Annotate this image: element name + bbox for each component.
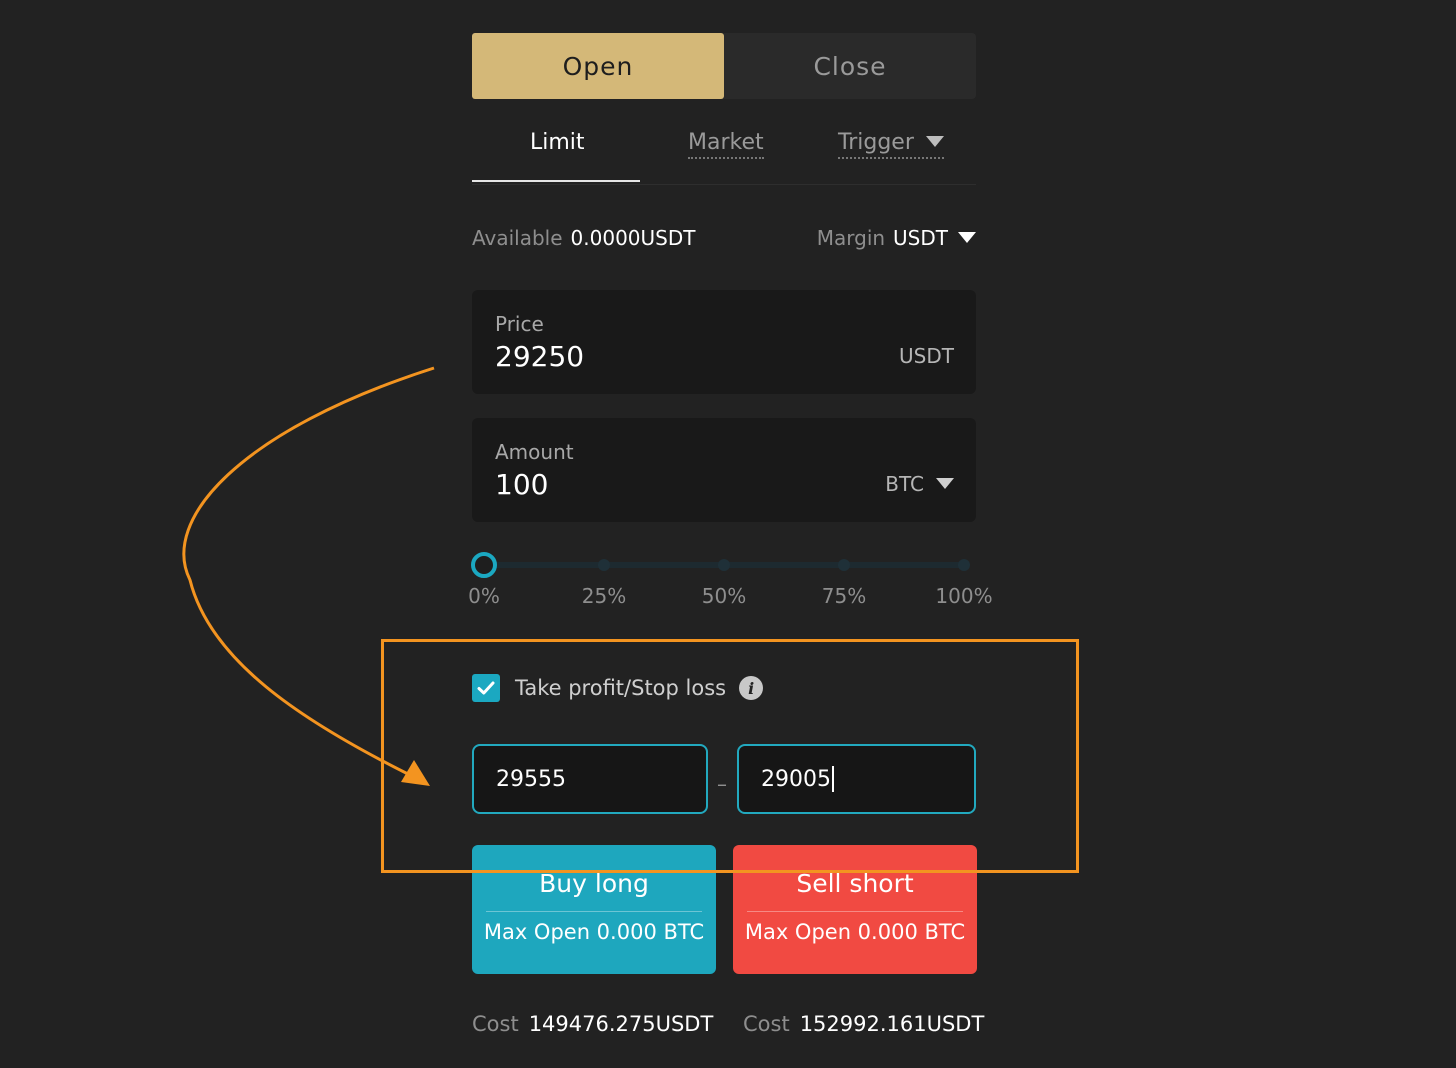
close-tab[interactable]: Close: [724, 33, 976, 99]
slider-step-dot[interactable]: [718, 559, 730, 571]
price-value: 29250: [495, 340, 585, 373]
balance-row: Available 0.0000USDT Margin USDT: [472, 226, 976, 256]
slider-step-dot[interactable]: [598, 559, 610, 571]
amount-unit-selector[interactable]: BTC: [885, 472, 954, 496]
amount-value: 100: [495, 468, 549, 501]
trading-order-panel: Open Close Limit Market Trigger Availabl…: [0, 0, 1456, 1068]
sell-cost-label: Cost: [743, 1012, 790, 1036]
sell-cost: Cost 152992.161USDT: [743, 1012, 984, 1036]
tpsl-highlight-frame: [381, 639, 1079, 873]
buy-cost-label: Cost: [472, 1012, 519, 1036]
tab-trigger[interactable]: Trigger: [838, 130, 944, 159]
margin-value: USDT: [893, 226, 948, 250]
buy-cost-value: 149476.275USDT: [528, 1012, 714, 1036]
caret-down-icon: [936, 478, 954, 489]
tab-market[interactable]: Market: [688, 130, 764, 159]
slider-mark-label: 25%: [581, 584, 627, 608]
amount-slider[interactable]: [471, 552, 970, 578]
slider-mark-label: 75%: [821, 584, 867, 608]
order-type-tabs: Limit Market Trigger: [472, 118, 976, 185]
buy-divider: [486, 911, 702, 912]
slider-thumb[interactable]: [471, 552, 497, 578]
slider-mark-label: 100%: [935, 584, 993, 608]
slider-step-dot[interactable]: [958, 559, 970, 571]
available-balance: Available 0.0000USDT: [472, 226, 695, 250]
sell-short-title: Sell short: [796, 869, 914, 898]
active-tab-underline: [472, 180, 640, 182]
tab-limit[interactable]: Limit: [530, 130, 585, 155]
slider-mark-label: 0%: [468, 584, 500, 608]
buy-max-open: Max Open 0.000 BTC: [483, 920, 705, 944]
available-label: Available: [472, 226, 563, 250]
margin-label: Margin: [816, 226, 886, 250]
price-label: Price: [495, 312, 544, 336]
buy-cost: Cost 149476.275USDT: [472, 1012, 713, 1036]
caret-down-icon: [925, 135, 944, 147]
amount-unit: BTC: [885, 472, 924, 496]
price-unit: USDT: [899, 344, 954, 368]
available-value: 0.0000USDT: [570, 226, 696, 250]
slider-labels: 0% 25% 50% 75% 100%: [468, 584, 992, 612]
amount-label: Amount: [495, 440, 574, 464]
slider-mark-label: 50%: [701, 584, 747, 608]
buy-long-title: Buy long: [539, 869, 649, 898]
sell-cost-value: 152992.161USDT: [799, 1012, 985, 1036]
slider-step-dot[interactable]: [838, 559, 850, 571]
amount-input[interactable]: Amount 100 BTC: [472, 418, 976, 522]
tab-trigger-label: Trigger: [838, 130, 914, 155]
open-close-toggle: Open Close: [472, 33, 976, 99]
sell-max-open: Max Open 0.000 BTC: [744, 920, 966, 944]
sell-divider: [747, 911, 963, 912]
open-tab[interactable]: Open: [472, 33, 724, 99]
caret-down-icon: [958, 232, 976, 243]
margin-selector[interactable]: Margin USDT: [817, 226, 976, 250]
price-input[interactable]: Price 29250 USDT: [472, 290, 976, 394]
